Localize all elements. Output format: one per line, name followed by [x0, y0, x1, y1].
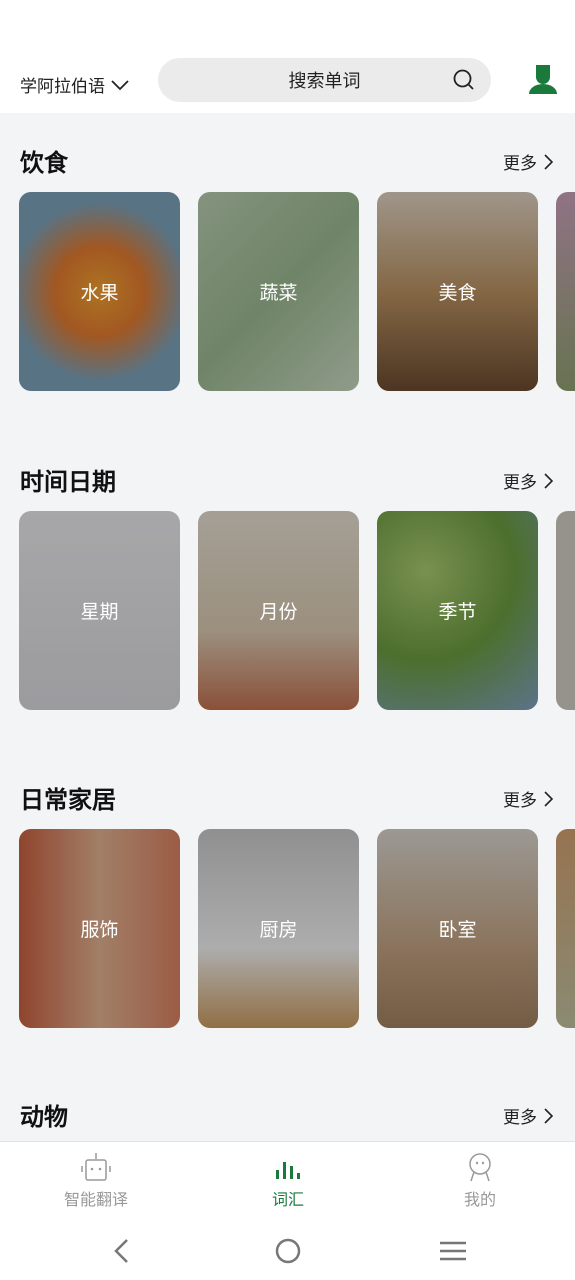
- tab-profile[interactable]: 我的: [410, 1152, 550, 1210]
- card-label: 卧室: [438, 919, 477, 941]
- system-nav-bar: [0, 1225, 575, 1280]
- tab-label: 智能翻译: [63, 1190, 128, 1209]
- home-icon[interactable]: [275, 1237, 301, 1269]
- card-bedroom[interactable]: 卧室: [377, 829, 538, 1028]
- card-label: 蔬菜: [259, 282, 298, 304]
- chevron-right-icon: [544, 790, 553, 807]
- chevron-down-icon: [111, 79, 129, 90]
- card-fruit[interactable]: 水果: [19, 192, 180, 391]
- card-more[interactable]: [556, 829, 575, 1028]
- more-link[interactable]: 更多: [503, 468, 553, 493]
- language-label: 学阿拉伯语: [20, 77, 105, 97]
- section-title: 时间日期: [20, 468, 116, 496]
- bottom-tab-bar: 智能翻译 词汇 我的: [0, 1141, 575, 1225]
- card-label: 厨房: [259, 919, 298, 941]
- more-label: 更多: [503, 1108, 537, 1128]
- search-placeholder: 搜索单词: [288, 71, 361, 92]
- card-cuisine[interactable]: 美食: [377, 192, 538, 391]
- section-title: 动物: [20, 1103, 68, 1131]
- card-more[interactable]: [556, 511, 575, 710]
- header: 学阿拉伯语 搜索单词: [0, 50, 575, 113]
- more-label: 更多: [503, 791, 537, 811]
- tab-vocabulary[interactable]: 词汇: [218, 1152, 358, 1210]
- language-selector[interactable]: 学阿拉伯语: [20, 72, 129, 97]
- robot-icon: [81, 1153, 111, 1181]
- card-more[interactable]: [556, 192, 575, 391]
- card-label: 月份: [259, 601, 298, 623]
- search-input[interactable]: 搜索单词: [158, 58, 491, 102]
- card-clothing[interactable]: 服饰: [19, 829, 180, 1028]
- more-label: 更多: [503, 473, 537, 493]
- more-link[interactable]: 更多: [503, 786, 553, 811]
- card-label: 水果: [80, 282, 119, 304]
- more-link[interactable]: 更多: [503, 1103, 553, 1128]
- more-label: 更多: [503, 154, 537, 174]
- card-kitchen[interactable]: 厨房: [198, 829, 359, 1028]
- tab-label: 词汇: [271, 1190, 304, 1209]
- card-weekday[interactable]: 星期: [19, 511, 180, 710]
- person-icon: [469, 1153, 491, 1182]
- bars-icon: [276, 1162, 300, 1179]
- card-month[interactable]: 月份: [198, 511, 359, 710]
- section-title: 日常家居: [20, 786, 116, 814]
- card-label: 星期: [80, 601, 119, 623]
- more-link[interactable]: 更多: [503, 149, 553, 174]
- card-label: 美食: [438, 282, 477, 304]
- user-avatar-icon[interactable]: [528, 64, 558, 94]
- section-title: 饮食: [20, 149, 68, 177]
- status-bar: [0, 0, 575, 50]
- card-vegetables[interactable]: 蔬菜: [198, 192, 359, 391]
- tab-label: 我的: [463, 1190, 496, 1209]
- search-icon[interactable]: [453, 69, 475, 91]
- card-season[interactable]: 季节: [377, 511, 538, 710]
- menu-icon[interactable]: [439, 1237, 467, 1269]
- tab-translate[interactable]: 智能翻译: [26, 1152, 166, 1210]
- card-label: 服饰: [80, 919, 119, 941]
- chevron-right-icon: [544, 472, 553, 489]
- back-icon[interactable]: [112, 1237, 130, 1269]
- card-label: 季节: [438, 601, 477, 623]
- chevron-right-icon: [544, 1107, 553, 1124]
- chevron-right-icon: [544, 153, 553, 170]
